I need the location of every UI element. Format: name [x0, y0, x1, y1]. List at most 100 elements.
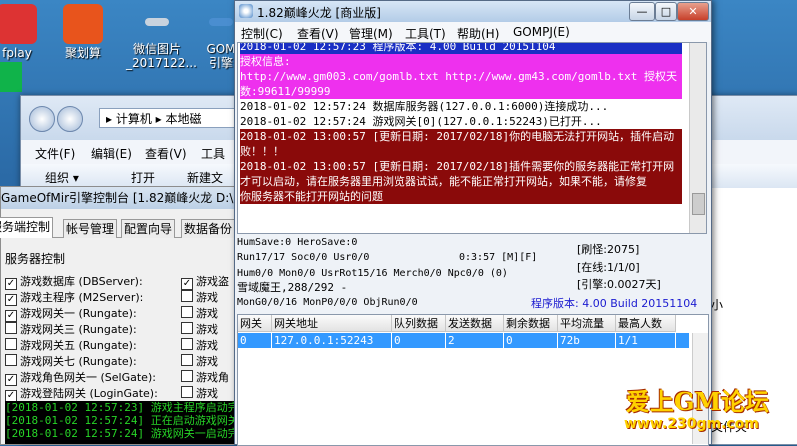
refresh-count: [刷怪:2075] — [577, 243, 640, 256]
server-checkbox[interactable]: ✓ 游戏主程序 (M2Server): — [5, 289, 143, 306]
server-checkbox[interactable]: 游戏 — [181, 305, 218, 321]
desktop-icon-label: 聚划算 — [64, 46, 101, 60]
online-count: [在线:1/1/0] — [577, 261, 640, 274]
checkbox-box[interactable] — [5, 338, 17, 350]
checkbox-box[interactable] — [181, 290, 193, 302]
tab-server-control[interactable]: 服务端控制 — [0, 217, 54, 238]
desktop-icon-fplay[interactable]: fplay — [0, 4, 48, 60]
address-child[interactable]: 本地磁 — [166, 112, 202, 126]
checkbox-box[interactable] — [181, 370, 193, 382]
menu-view[interactable]: 查看(V) — [297, 25, 339, 42]
column-header[interactable]: 网关 — [238, 315, 272, 332]
log-line: 你服务器不能打开网站的问题 — [240, 189, 682, 204]
table-cell[interactable]: 0 — [504, 333, 558, 348]
column-header[interactable]: 网关地址 — [272, 315, 392, 332]
server-checkbox[interactable]: 游戏 — [181, 321, 218, 337]
server-checkbox[interactable]: 游戏 — [181, 289, 218, 305]
address-root[interactable]: 计算机 — [116, 112, 152, 126]
table-cell[interactable]: 1/1 — [616, 333, 676, 348]
server-checkbox[interactable]: 游戏 — [181, 385, 218, 401]
menu-view[interactable]: 查看(V) — [145, 145, 187, 162]
desktop-icon-label: fplay — [2, 46, 32, 60]
log-line: 败！！！ — [240, 144, 682, 159]
checkbox-box[interactable] — [5, 322, 17, 334]
minimize-button[interactable]: — — [629, 2, 655, 21]
site-watermark: 爱上GM论坛 www.230gm.com — [618, 382, 796, 440]
main-menu-bar: 控制(C) 查看(V) 管理(M) 工具(T) 帮助(H) GOMPJ(E) — [235, 22, 711, 42]
tab-account-manage[interactable]: 帐号管理 — [63, 219, 118, 238]
column-header[interactable]: 队列数据 — [392, 315, 446, 332]
checkbox-box[interactable] — [181, 354, 193, 366]
table-cell[interactable]: 2 — [446, 333, 504, 348]
desktop-icon-wechat-image[interactable]: 微信图片 _2017122... — [126, 4, 197, 70]
menu-edit[interactable]: 编辑(E) — [91, 145, 132, 162]
checkbox-label: 游戏盗 — [196, 275, 229, 288]
checkbox-box[interactable] — [181, 306, 193, 318]
table-cell[interactable]: 127.0.0.1:52243 — [272, 333, 392, 348]
column-header[interactable]: 最高人数 — [616, 315, 676, 332]
table-cell[interactable]: 0 — [238, 333, 272, 348]
iqiyi-icon[interactable] — [0, 62, 22, 92]
menu-control[interactable]: 控制(C) — [241, 25, 283, 42]
new-folder-button[interactable]: 新建文 — [187, 169, 223, 186]
maximize-button[interactable]: □ — [655, 2, 677, 21]
forward-button[interactable] — [57, 106, 83, 132]
checkbox-label: 游戏 — [196, 307, 218, 320]
open-button[interactable]: 打开 — [131, 169, 155, 186]
checkbox-label: 游戏 — [196, 355, 218, 368]
menu-file[interactable]: 文件(F) — [35, 145, 75, 162]
server-checkbox[interactable]: ✓ 游戏数据库 (DBServer): — [5, 273, 143, 290]
menu-manage[interactable]: 管理(M) — [349, 25, 393, 42]
organize-button[interactable]: 组织 ▾ — [45, 169, 79, 186]
server-checkbox[interactable]: ✓ 游戏登陆网关 (LoginGate): — [5, 385, 158, 402]
log-line: 2018-01-02 12:57:23 程序版本: 4.00 Build 201… — [240, 43, 682, 54]
checkbox-box[interactable] — [181, 322, 193, 334]
tab-data-backup[interactable]: 数据备份 — [181, 219, 236, 238]
log-line: 2018-01-02 12:57:24 数据库服务器(127.0.0.1:600… — [240, 100, 609, 113]
table-row-fill[interactable] — [676, 333, 690, 348]
server-checkbox[interactable]: 游戏 — [181, 353, 218, 369]
column-header[interactable]: 剩余数据 — [504, 315, 558, 332]
menu-gompj[interactable]: GOMPJ(E) — [513, 25, 570, 39]
checkbox-label: 游戏 — [196, 323, 218, 336]
log-line: 授权信息: — [240, 54, 682, 69]
scroll-thumb[interactable] — [692, 193, 705, 215]
column-header[interactable]: 发送数据 — [446, 315, 504, 332]
menu-tools[interactable]: 工具 — [201, 145, 225, 162]
server-checkbox[interactable]: 游戏网关七 (Rungate): — [5, 353, 137, 369]
server-checkbox[interactable]: 游戏角 — [181, 369, 229, 385]
gom-console-log: [2018-01-02 12:57:23] 游戏主程序启动完成... [2018… — [5, 401, 265, 444]
checkbox-box[interactable] — [181, 386, 193, 398]
back-button[interactable] — [29, 106, 55, 132]
desktop-icon-juhuasuan[interactable]: 聚划算 — [52, 4, 114, 60]
stats-save: HumSave:0 HeroSave:0 — [237, 237, 358, 248]
close-button[interactable]: ✕ — [677, 2, 709, 21]
checkbox-box[interactable] — [5, 354, 17, 366]
gom-title: GameOfMir引擎控制台 [1.82巅峰火龙 D:\ — [1, 191, 234, 205]
menu-tools[interactable]: 工具(T) — [405, 25, 446, 42]
checkbox-box[interactable] — [181, 338, 193, 350]
server-checkbox[interactable]: ✓ 游戏网关一 (Rungate): — [5, 305, 137, 322]
server-log[interactable]: 2018-01-02 12:57:23 程序版本: 4.00 Build 201… — [237, 42, 707, 234]
server-checkbox[interactable]: 游戏网关三 (Rungate): — [5, 321, 137, 337]
menu-help[interactable]: 帮助(H) — [457, 25, 499, 42]
checkbox-label: 游戏登陆网关 (LoginGate): — [20, 387, 158, 400]
app-icon — [239, 4, 253, 18]
checkbox-label: 游戏 — [196, 339, 218, 352]
server-checkbox[interactable]: 游戏网关五 (Rungate): — [5, 337, 137, 353]
server-checkbox[interactable]: 游戏 — [181, 337, 218, 353]
checkbox-label: 游戏网关一 (Rungate): — [20, 307, 137, 320]
checkbox-label: 游戏网关七 (Rungate): — [20, 355, 137, 368]
tab-config-wizard[interactable]: 配置向导 — [121, 219, 176, 238]
server-checkbox[interactable]: ✓ 游戏盗 — [181, 273, 229, 290]
log-scrollbar[interactable] — [689, 43, 706, 233]
server-checkbox[interactable]: ✓ 游戏角色网关一 (SelGate): — [5, 369, 156, 386]
table-cell[interactable]: 72b — [558, 333, 616, 348]
image-file-icon — [145, 18, 169, 26]
checkbox-label: 游戏角色网关一 (SelGate): — [20, 371, 156, 384]
column-header[interactable]: 平均流量 — [558, 315, 616, 332]
console-line: [2018-01-02 12:57:24] 游戏网关一启动完成... — [5, 427, 265, 440]
log-line: 数:99611/99999 — [240, 84, 682, 99]
table-cell[interactable]: 0 — [392, 333, 446, 348]
folder-icon: ▸ — [106, 112, 116, 126]
